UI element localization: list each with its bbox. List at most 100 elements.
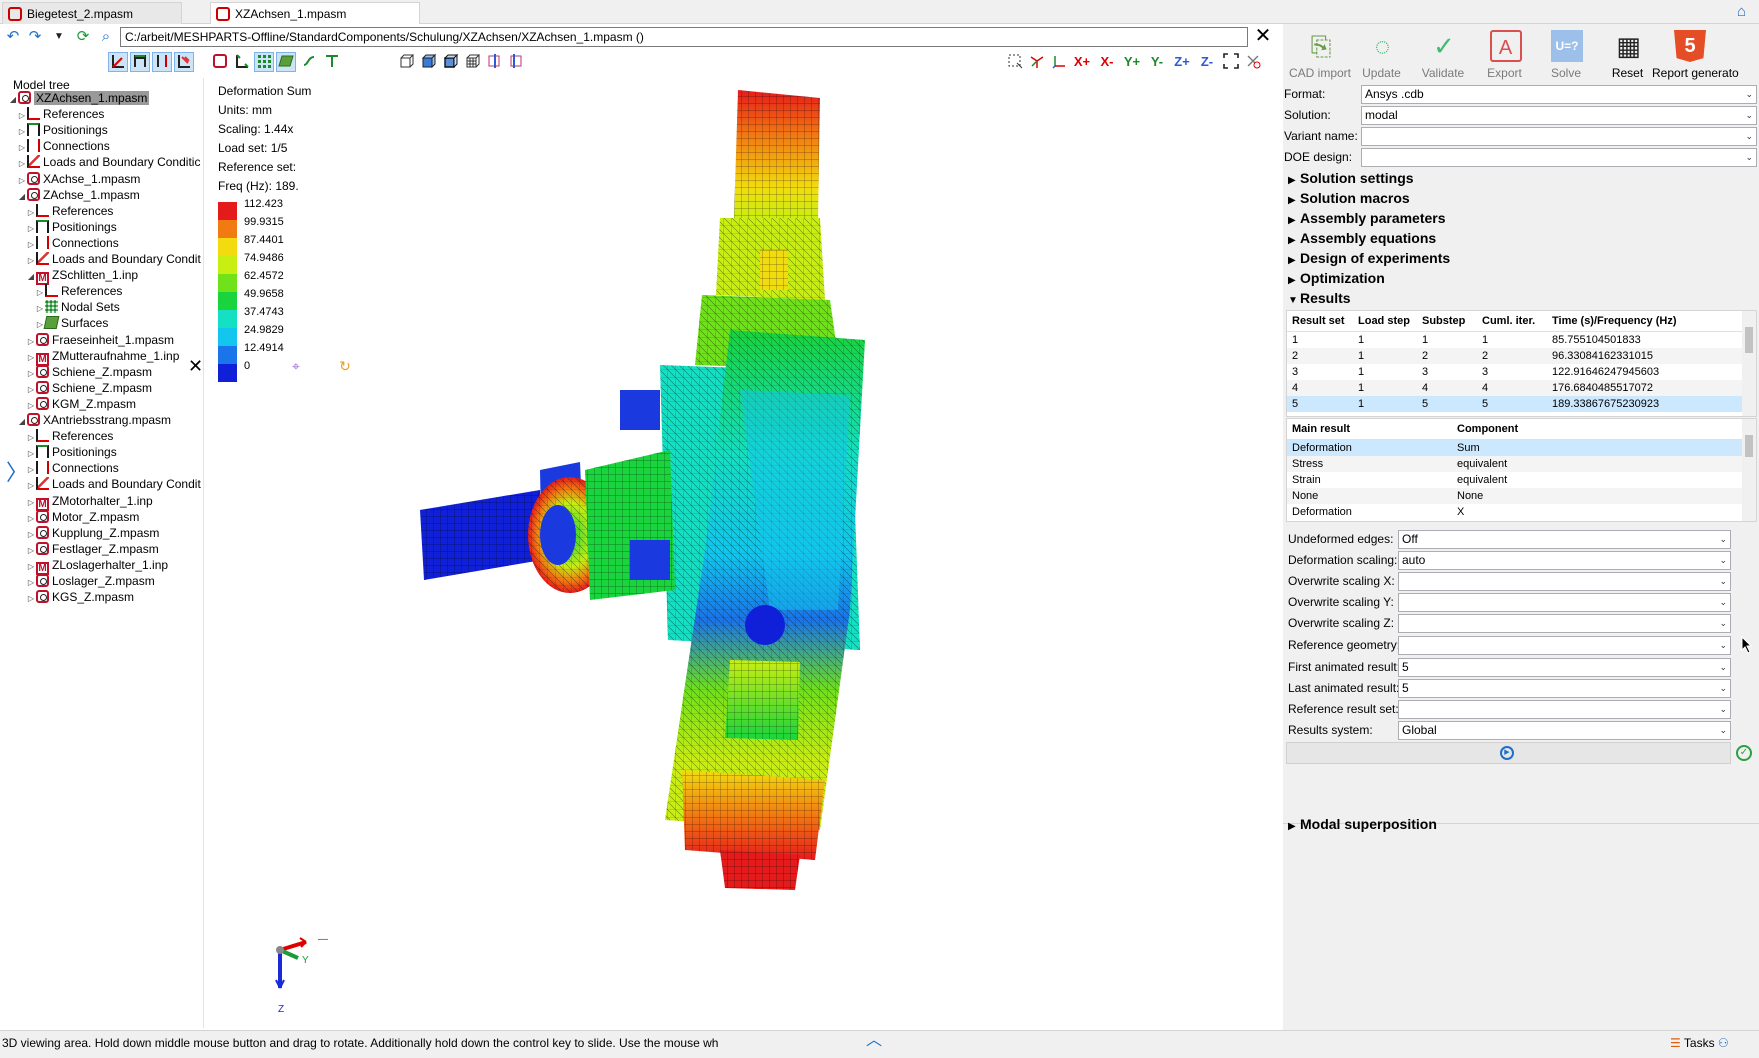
tree-item[interactable]: ▷ KGM_Z.mpasm <box>26 396 136 413</box>
tree-item[interactable]: ▷ Loads and Boundary Condit <box>26 251 201 268</box>
play-icon[interactable]: ▶ <box>1500 746 1514 760</box>
view-z-plus-icon[interactable]: Z+ <box>1172 52 1192 72</box>
view-x-plus-icon[interactable]: X+ <box>1072 52 1092 72</box>
tree-item[interactable]: ▷ M ZLoslagerhalter_1.inp <box>26 557 168 575</box>
home-icon[interactable]: ⌂ <box>1737 4 1753 20</box>
show-loads-icon[interactable] <box>322 52 342 72</box>
tree-item[interactable]: ▷ Loads and Boundary Condit <box>26 476 201 493</box>
tree-item[interactable]: ▷ Loads and Boundary Conditic <box>17 154 200 171</box>
reference-result-set-select[interactable]: ⌄ <box>1398 700 1731 719</box>
overwrite-z-select[interactable]: ⌄ <box>1398 614 1731 633</box>
section-assembly-equations[interactable]: ▶ Assembly equations <box>1288 230 1436 249</box>
tree-item[interactable]: ▷ Fraeseinheit_1.mpasm <box>26 332 174 349</box>
show-surfaces-icon[interactable] <box>276 52 296 72</box>
table-row[interactable]: 3 1 3 3 122.91646247945603 <box>1287 364 1742 380</box>
table-row[interactable]: Deformation Sum <box>1287 439 1742 456</box>
close-icon[interactable]: ✕ <box>1254 26 1272 47</box>
solution-select[interactable]: modal ⌄ <box>1361 106 1757 125</box>
tree-item[interactable]: ▷ Connections <box>17 138 110 155</box>
isometric-view-icon[interactable] <box>1027 52 1047 72</box>
fit-view-icon[interactable] <box>1221 52 1241 72</box>
tree-item[interactable]: ▷ Schiene_Z.mpasm <box>26 364 152 381</box>
tree-item[interactable]: ◢ ZAchse_1.mpasm <box>17 187 140 204</box>
tree-item[interactable]: ▷ Loslager_Z.mpasm <box>26 573 155 590</box>
update-button[interactable]: ◌ Update <box>1351 30 1413 84</box>
view-shaded-edges-icon[interactable] <box>441 52 461 72</box>
expand-arrow-icon[interactable]: ▷ <box>26 590 36 607</box>
search-icon[interactable]: ⌕ <box>97 28 115 46</box>
section-cut-icon[interactable] <box>485 52 505 72</box>
view-y-minus-icon[interactable]: Y- <box>1147 52 1167 72</box>
overwrite-x-select[interactable]: ⌄ <box>1398 572 1731 591</box>
tree-item[interactable]: ▷ Festlager_Z.mpasm <box>26 541 159 558</box>
expand-panel-chevron-icon[interactable]: 〉 <box>6 458 28 488</box>
show-geometry-icon[interactable] <box>210 52 230 72</box>
file-path-input[interactable]: C:/arbeit/MESHPARTS-Offline/StandardComp… <box>120 27 1248 47</box>
scrollbar[interactable] <box>1742 419 1756 521</box>
filter-positionings-icon[interactable] <box>130 52 150 72</box>
pick-point-icon[interactable]: ⌖ <box>288 358 304 374</box>
tree-item[interactable]: ▷ Schiene_Z.mpasm <box>26 380 152 397</box>
tree-item[interactable]: ▷ References <box>35 283 122 300</box>
show-mesh-icon[interactable] <box>254 52 274 72</box>
tree-item[interactable]: ▷ References <box>26 428 113 445</box>
history-dropdown-icon[interactable]: ▼ <box>50 28 68 46</box>
redo-icon[interactable]: ↷ <box>26 28 44 46</box>
tree-item[interactable]: ▷ References <box>26 203 113 220</box>
cad-import-button[interactable]: ⎘ CAD import <box>1289 30 1351 84</box>
refresh-icon[interactable]: ↻ <box>337 358 353 374</box>
column-header[interactable]: Component <box>1452 419 1742 440</box>
tree-item[interactable]: ▷ Connections <box>26 235 119 252</box>
first-animated-select[interactable]: 5 ⌄ <box>1398 658 1731 677</box>
validate-button[interactable]: ✓ Validate <box>1412 30 1474 84</box>
view-z-minus-icon[interactable]: Z- <box>1197 52 1217 72</box>
tree-item[interactable]: ◢ XAntriebsstrang.mpasm <box>17 412 171 429</box>
tree-item[interactable]: ▷ References <box>17 106 104 123</box>
html5-button[interactable]: 5 Report generato <box>1652 30 1739 84</box>
column-header[interactable]: Cuml. iter. <box>1477 311 1547 332</box>
format-select[interactable]: Ansys .cdb ⌄ <box>1361 85 1757 104</box>
clear-highlight-icon[interactable] <box>1243 52 1263 72</box>
section-optimization[interactable]: ▶ Optimization <box>1288 270 1385 289</box>
tab-xzachsen[interactable]: XZAchsen_1.mpasm <box>210 2 420 24</box>
tree-item[interactable]: ▷ KGS_Z.mpasm <box>26 589 134 606</box>
tree-item[interactable]: ▷ Kupplung_Z.mpasm <box>26 525 159 542</box>
undo-icon[interactable]: ↶ <box>4 28 22 46</box>
overwrite-y-select[interactable]: ⌄ <box>1398 593 1731 612</box>
column-header[interactable]: Time (s)/Frequency (Hz) <box>1547 311 1742 332</box>
tree-item[interactable]: ▷ Surfaces <box>35 315 108 332</box>
filter-connections-icon[interactable] <box>152 52 172 72</box>
section-results[interactable]: ▼ Results <box>1288 290 1351 309</box>
reset-button[interactable]: ▦ Reset <box>1597 30 1659 84</box>
tree-item[interactable]: ▷ Positionings <box>17 122 108 139</box>
view-x-minus-icon[interactable]: X- <box>1097 52 1117 72</box>
reference-geometry-select[interactable]: ⌄ <box>1398 636 1731 655</box>
tree-item[interactable]: ▷ Positionings <box>26 444 117 461</box>
tab-biegetest[interactable]: Biegetest_2.mpasm <box>2 2 182 24</box>
tree-item[interactable]: ▷ Connections <box>26 460 119 477</box>
table-row[interactable]: 4 1 4 4 176.6840485517072 <box>1287 379 1742 396</box>
tree-item[interactable]: ▷ Nodal Sets <box>35 299 120 316</box>
column-header[interactable]: Load step <box>1353 311 1417 332</box>
variant-select[interactable]: ⌄ <box>1361 127 1757 146</box>
table-row[interactable]: Strain equivalent <box>1287 472 1742 488</box>
section-assembly-parameters[interactable]: ▶ Assembly parameters <box>1288 210 1446 229</box>
section-design-of-experiments[interactable]: ▶ Design of experiments <box>1288 250 1450 269</box>
table-row[interactable]: 2 1 2 2 96.33084162331015 <box>1287 347 1742 364</box>
table-row[interactable]: Stress equivalent <box>1287 455 1742 472</box>
close-legend-icon[interactable]: ✕ <box>188 357 206 375</box>
doe-select[interactable]: ⌄ <box>1361 148 1757 167</box>
section-solution-macros[interactable]: ▶ Solution macros <box>1288 190 1410 209</box>
solve-button[interactable]: U=? Solve <box>1535 30 1597 84</box>
scrollbar[interactable] <box>1742 311 1756 416</box>
apply-check-icon[interactable]: ✓ <box>1736 745 1752 761</box>
last-animated-select[interactable]: 5 ⌄ <box>1398 679 1731 698</box>
filter-loads-icon[interactable] <box>174 52 194 72</box>
view-shaded-icon[interactable] <box>419 52 439 72</box>
tree-item[interactable]: ◢ XZAchsen_1.mpasm <box>8 90 150 107</box>
tree-item[interactable]: ▷ M ZMotorhalter_1.inp <box>26 493 153 511</box>
tree-item[interactable]: ◢ M ZSchlitten_1.inp <box>26 267 138 286</box>
view-y-plus-icon[interactable]: Y+ <box>1122 52 1142 72</box>
table-row[interactable]: None None <box>1287 487 1742 504</box>
results-system-select[interactable]: Global ⌄ <box>1398 721 1731 740</box>
